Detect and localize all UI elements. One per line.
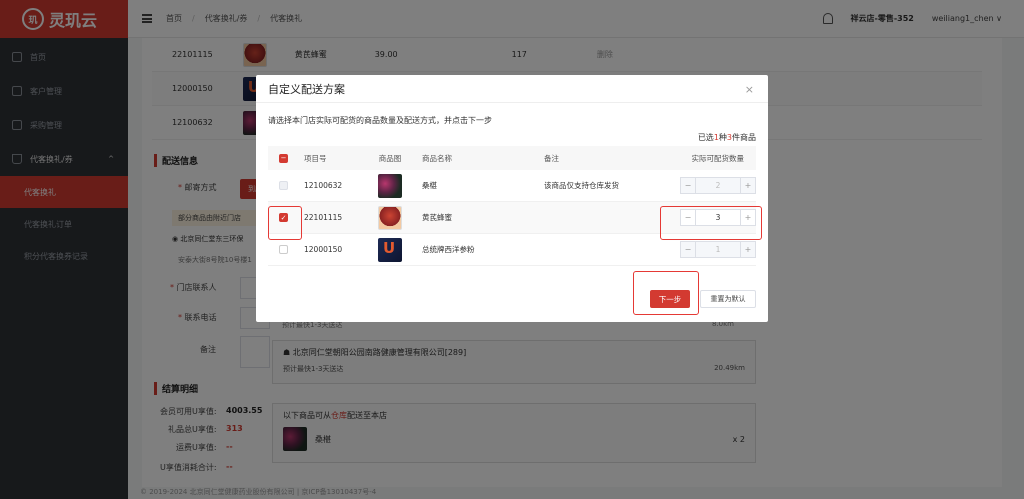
product-name: 桑椹: [422, 181, 437, 190]
row-checkbox: [279, 181, 288, 190]
column-header: 项目号: [304, 153, 327, 163]
product-note: 该商品仅支持仓库发货: [544, 181, 619, 190]
product-image: [378, 237, 402, 262]
highlight-stepper: [660, 206, 762, 240]
minus-icon: −: [684, 245, 692, 254]
product-image: [378, 205, 402, 230]
product-code: 12000150: [304, 245, 343, 254]
table-row: 12100632 桑椹 该商品仅支持仓库发货 −2 +: [268, 170, 756, 202]
dialog-description: 请选择本门店实际可配货的商品数量及配送方式，并点击下一步: [268, 116, 492, 125]
close-icon[interactable]: ×: [745, 83, 754, 96]
next-button[interactable]: 下一步: [650, 290, 690, 308]
quantity-stepper: −2 +: [680, 177, 756, 194]
plus-icon: +: [744, 245, 752, 254]
quantity-value: 2: [695, 178, 741, 193]
minus-icon: −: [684, 181, 692, 190]
product-code: 22101115: [304, 213, 343, 222]
column-header: 商品名称: [422, 153, 452, 163]
select-all-checkbox[interactable]: −: [279, 153, 288, 163]
row-checkbox[interactable]: [279, 245, 288, 254]
column-header: 实际可配货数量: [691, 153, 745, 163]
product-code: 12100632: [304, 181, 343, 190]
dialog-title: 自定义配送方案: [256, 75, 768, 103]
column-header: 商品图: [378, 153, 402, 163]
delivery-plan-dialog: 自定义配送方案 × 请选择本门店实际可配货的商品数量及配送方式，并点击下一步 已…: [256, 75, 768, 322]
product-name: 黄芪蜂蜜: [422, 213, 452, 222]
selected-count: 已选1种3件商品: [697, 133, 756, 142]
highlight-checkbox: [268, 206, 302, 240]
plus-icon: +: [744, 181, 752, 190]
product-name: 总统牌西洋参粉: [422, 245, 475, 254]
column-header: 备注: [544, 153, 559, 163]
reset-default-button[interactable]: 重置为默认: [700, 290, 756, 308]
quantity-value: 1: [695, 242, 741, 257]
table-header: − 项目号 商品图 商品名称 备注 实际可配货数量: [268, 146, 756, 170]
product-image: [378, 173, 402, 198]
quantity-stepper: −1 +: [680, 241, 756, 258]
